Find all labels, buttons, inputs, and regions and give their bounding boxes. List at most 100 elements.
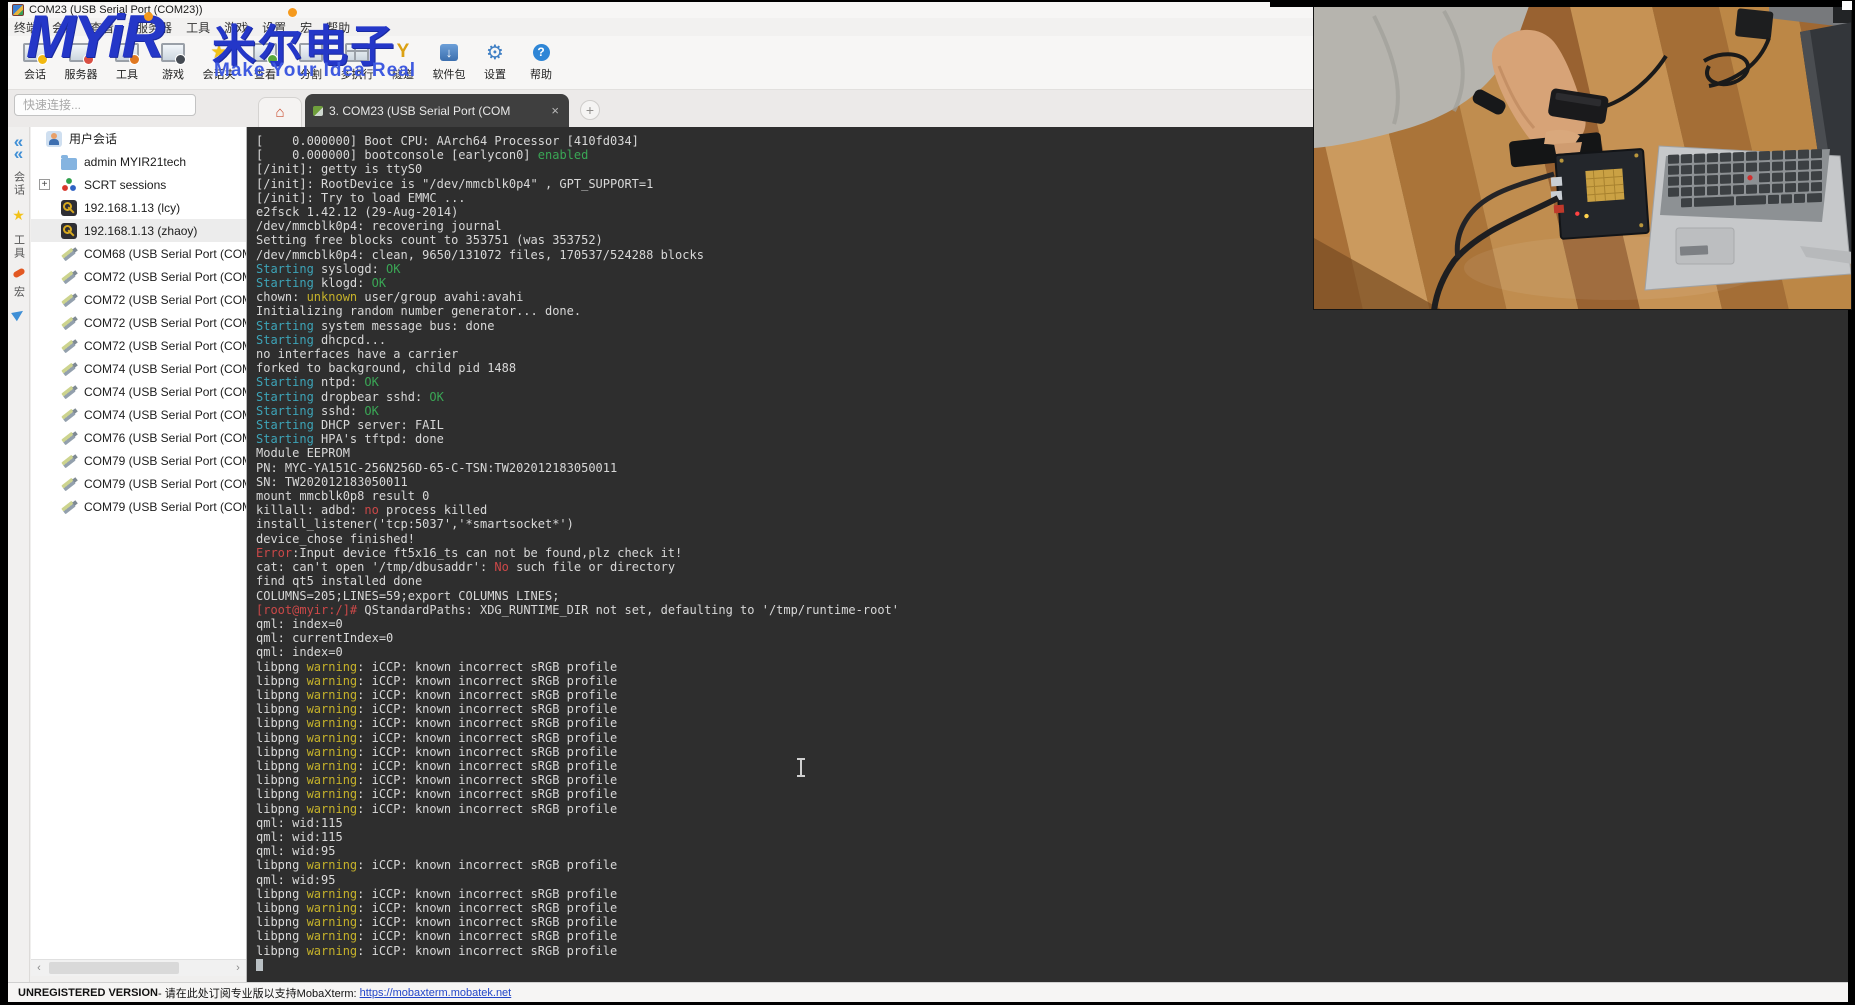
terminal-line <box>256 958 1848 972</box>
mobatek-link[interactable]: https://mobaxterm.mobatek.net <box>360 987 512 999</box>
terminal-line: forked to background, child pid 1488 <box>256 361 1848 375</box>
terminal-line: Starting system message bus: done <box>256 319 1848 333</box>
tree-item[interactable]: 192.168.1.13 (lcy) <box>31 196 246 219</box>
tree-item[interactable]: 192.168.1.13 (zhaoy) <box>31 219 246 242</box>
sidebar-rail: « « 会话 ★ 工具 宏 <box>8 127 30 982</box>
terminal-line: qml: index=0 <box>256 617 1848 631</box>
terminal-line: qml: wid:115 <box>256 816 1848 830</box>
terminal-line: Starting ntpd: OK <box>256 375 1848 389</box>
tree-item[interactable]: COM79 (USB Serial Port (COM79) <box>31 449 246 472</box>
settings-button[interactable]: 设置 <box>474 40 516 86</box>
terminal-line: libpng warning: iCCP: known incorrect sR… <box>256 787 1848 801</box>
paper-plane-icon[interactable] <box>11 307 26 322</box>
scrollbar-thumb[interactable] <box>49 962 179 974</box>
terminal-line: libpng warning: iCCP: known incorrect sR… <box>256 887 1848 901</box>
serial-icon <box>61 361 77 377</box>
menu-item-设置[interactable]: 设置 <box>262 19 286 36</box>
tab-com23[interactable]: 3. COM23 (USB Serial Port (COM × <box>305 94 569 127</box>
window-title: COM23 (USB Serial Port (COM23)) <box>29 4 203 16</box>
multiexec-button[interactable]: 多执行 <box>336 40 378 86</box>
tree-item[interactable]: COM74 (USB Serial Port (COM74) <box>31 380 246 403</box>
tree-item[interactable]: COM72 (USB Serial Port (COM72) <box>31 288 246 311</box>
home-tab[interactable]: ⌂ <box>258 97 302 127</box>
terminal-line: device_chose finished! <box>256 532 1848 546</box>
folder-icon <box>204 40 234 64</box>
session-button[interactable]: 会话 <box>14 40 56 86</box>
toolbar-button-label: 软件包 <box>433 66 466 82</box>
serial-icon <box>61 338 77 354</box>
tree-item[interactable]: COM79 (USB Serial Port (COM79) <box>31 472 246 495</box>
tree-item[interactable]: 用户会话 <box>31 127 246 150</box>
tree-item[interactable]: COM68 (USB Serial Port (COM68) <box>31 242 246 265</box>
terminal-line: qml: wid:115 <box>256 830 1848 844</box>
serial-icon <box>61 499 77 515</box>
package-button[interactable]: 软件包 <box>428 40 470 86</box>
collapse-sidebar-button2[interactable]: « <box>14 147 23 161</box>
expand-icon[interactable]: + <box>39 179 50 190</box>
tunnel-button[interactable]: 隧道 <box>382 40 424 86</box>
new-tab-button[interactable]: + <box>580 100 600 120</box>
status-bar: UNREGISTERED VERSION - 请在此处订阅专业版以支持MobaX… <box>8 982 1848 1002</box>
menu-item-终端[interactable]: 终端 <box>14 19 38 36</box>
terminal-line: libpng warning: iCCP: known incorrect sR… <box>256 731 1848 745</box>
terminal-line: libpng warning: iCCP: known incorrect sR… <box>256 716 1848 730</box>
unregistered-label: UNREGISTERED VERSION <box>18 987 158 999</box>
menu-item-X服务器[interactable]: X服务器 <box>128 19 172 36</box>
rail-tab-tools[interactable]: 工具 <box>11 234 27 260</box>
tree-item[interactable]: COM74 (USB Serial Port (COM74) <box>31 403 246 426</box>
serial-icon <box>61 269 77 285</box>
split-button[interactable]: 分割 <box>290 40 332 86</box>
menu-item-会话[interactable]: 会话 <box>52 19 76 36</box>
tools-button[interactable]: 工具 <box>106 40 148 86</box>
scroll-left-icon[interactable]: ‹ <box>31 960 47 977</box>
tree-item[interactable]: COM72 (USB Serial Port (COM72) <box>31 334 246 357</box>
macro-record-icon[interactable] <box>12 267 25 278</box>
tree-item-label: COM72 (USB Serial Port (COM72) <box>84 293 246 307</box>
server-button[interactable]: 服务器 <box>60 40 102 86</box>
terminal-line: qml: wid:95 <box>256 844 1848 858</box>
menu-item-宏[interactable]: 宏 <box>300 19 312 36</box>
tab-close-icon[interactable]: × <box>549 103 561 118</box>
sidebar-horizontal-scrollbar[interactable]: ‹ › <box>31 959 246 976</box>
terminal-line: no interfaces have a carrier <box>256 347 1848 361</box>
toolbar-button-label: 帮助 <box>530 66 552 82</box>
scroll-right-icon[interactable]: › <box>230 960 246 977</box>
quick-connect-input[interactable]: 快速连接... <box>14 94 196 116</box>
menu-item-游戏[interactable]: 游戏 <box>224 19 248 36</box>
terminal-line: libpng warning: iCCP: known incorrect sR… <box>256 759 1848 773</box>
tree-item[interactable]: COM79 (USB Serial Port (COM79) <box>31 495 246 518</box>
toolbar-button-label: 工具 <box>116 66 138 82</box>
toolbar-button-label: 多执行 <box>341 66 374 82</box>
rail-tab-macros[interactable]: 宏 <box>11 286 27 299</box>
tree-item[interactable]: COM72 (USB Serial Port (COM72) <box>31 265 246 288</box>
serial-icon <box>61 315 77 331</box>
tree-item[interactable]: COM72 (USB Serial Port (COM72) <box>31 311 246 334</box>
menu-item-查看[interactable]: 查看 <box>90 19 114 36</box>
window-corner-remnant <box>1842 1 1852 10</box>
menu-item-帮助[interactable]: 帮助 <box>326 19 350 36</box>
toolbar-button-label: 游戏 <box>162 66 184 82</box>
terminal-line: libpng warning: iCCP: known incorrect sR… <box>256 858 1848 872</box>
menu-item-工具[interactable]: 工具 <box>186 19 210 36</box>
session-icon <box>20 40 50 64</box>
tree-item[interactable]: COM74 (USB Serial Port (COM74) <box>31 357 246 380</box>
serial-icon <box>61 453 77 469</box>
key-icon <box>61 200 77 216</box>
view-button[interactable]: 查看 <box>244 40 286 86</box>
tree-item[interactable]: COM76 (USB Serial Port (COM76) <box>31 426 246 449</box>
help-button[interactable]: 帮助 <box>520 40 562 86</box>
tree-item[interactable]: admin MYIR21tech <box>31 150 246 173</box>
tree-item-label: SCRT sessions <box>84 178 166 192</box>
tree-item-label: COM72 (USB Serial Port (COM72) <box>84 339 246 353</box>
tools-icon <box>112 40 142 64</box>
folder-button[interactable]: 会话夹 <box>198 40 240 86</box>
tree-item-label: COM79 (USB Serial Port (COM79) <box>84 477 246 491</box>
toolbar-button-label: 分割 <box>300 66 322 82</box>
tree-item[interactable]: + SCRT sessions <box>31 173 246 196</box>
rail-tab-sessions[interactable]: 会话 <box>11 171 27 197</box>
games-button[interactable]: 游戏 <box>152 40 194 86</box>
tree-item-label: 192.168.1.13 (lcy) <box>84 201 180 215</box>
terminal-line: qml: currentIndex=0 <box>256 631 1848 645</box>
subscribe-text: - 请在此处订阅专业版以支持MobaXterm: <box>158 985 357 1001</box>
folder-icon <box>61 158 77 170</box>
